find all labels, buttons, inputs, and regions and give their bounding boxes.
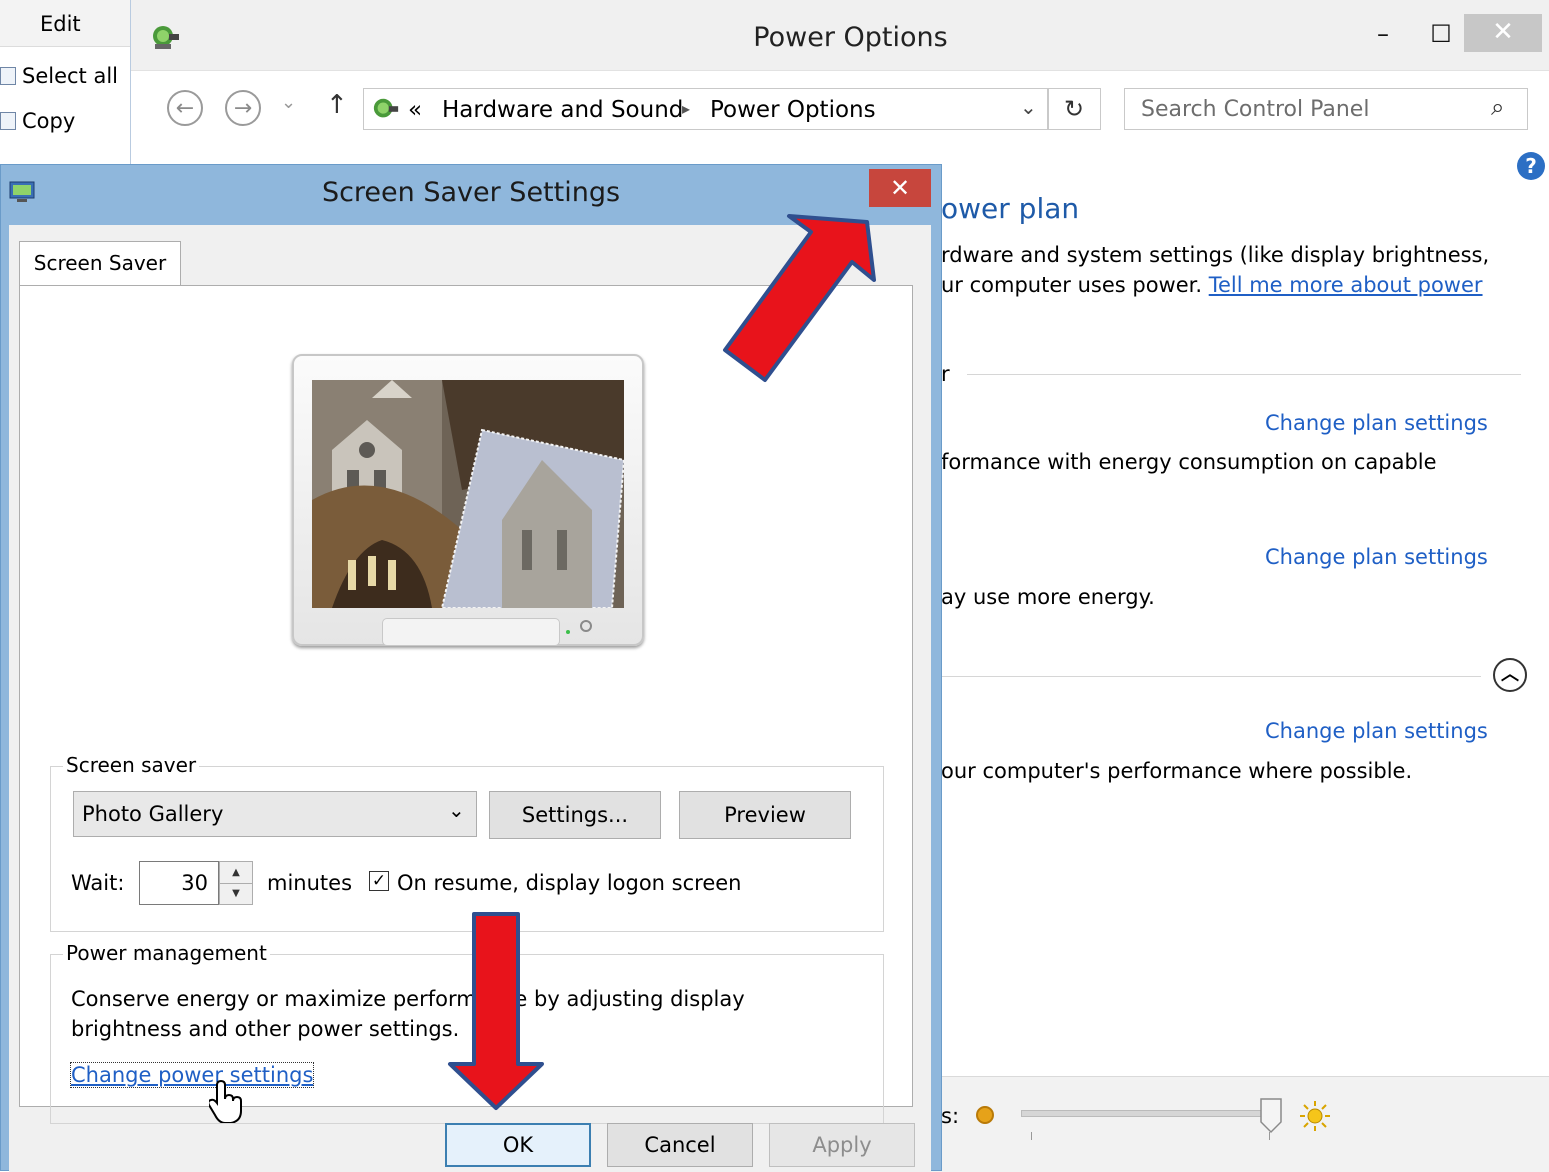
close-pointer-arrow bbox=[723, 214, 876, 382]
ok-pointer-arrow bbox=[448, 912, 544, 1110]
annotation-arrows bbox=[448, 214, 876, 1110]
